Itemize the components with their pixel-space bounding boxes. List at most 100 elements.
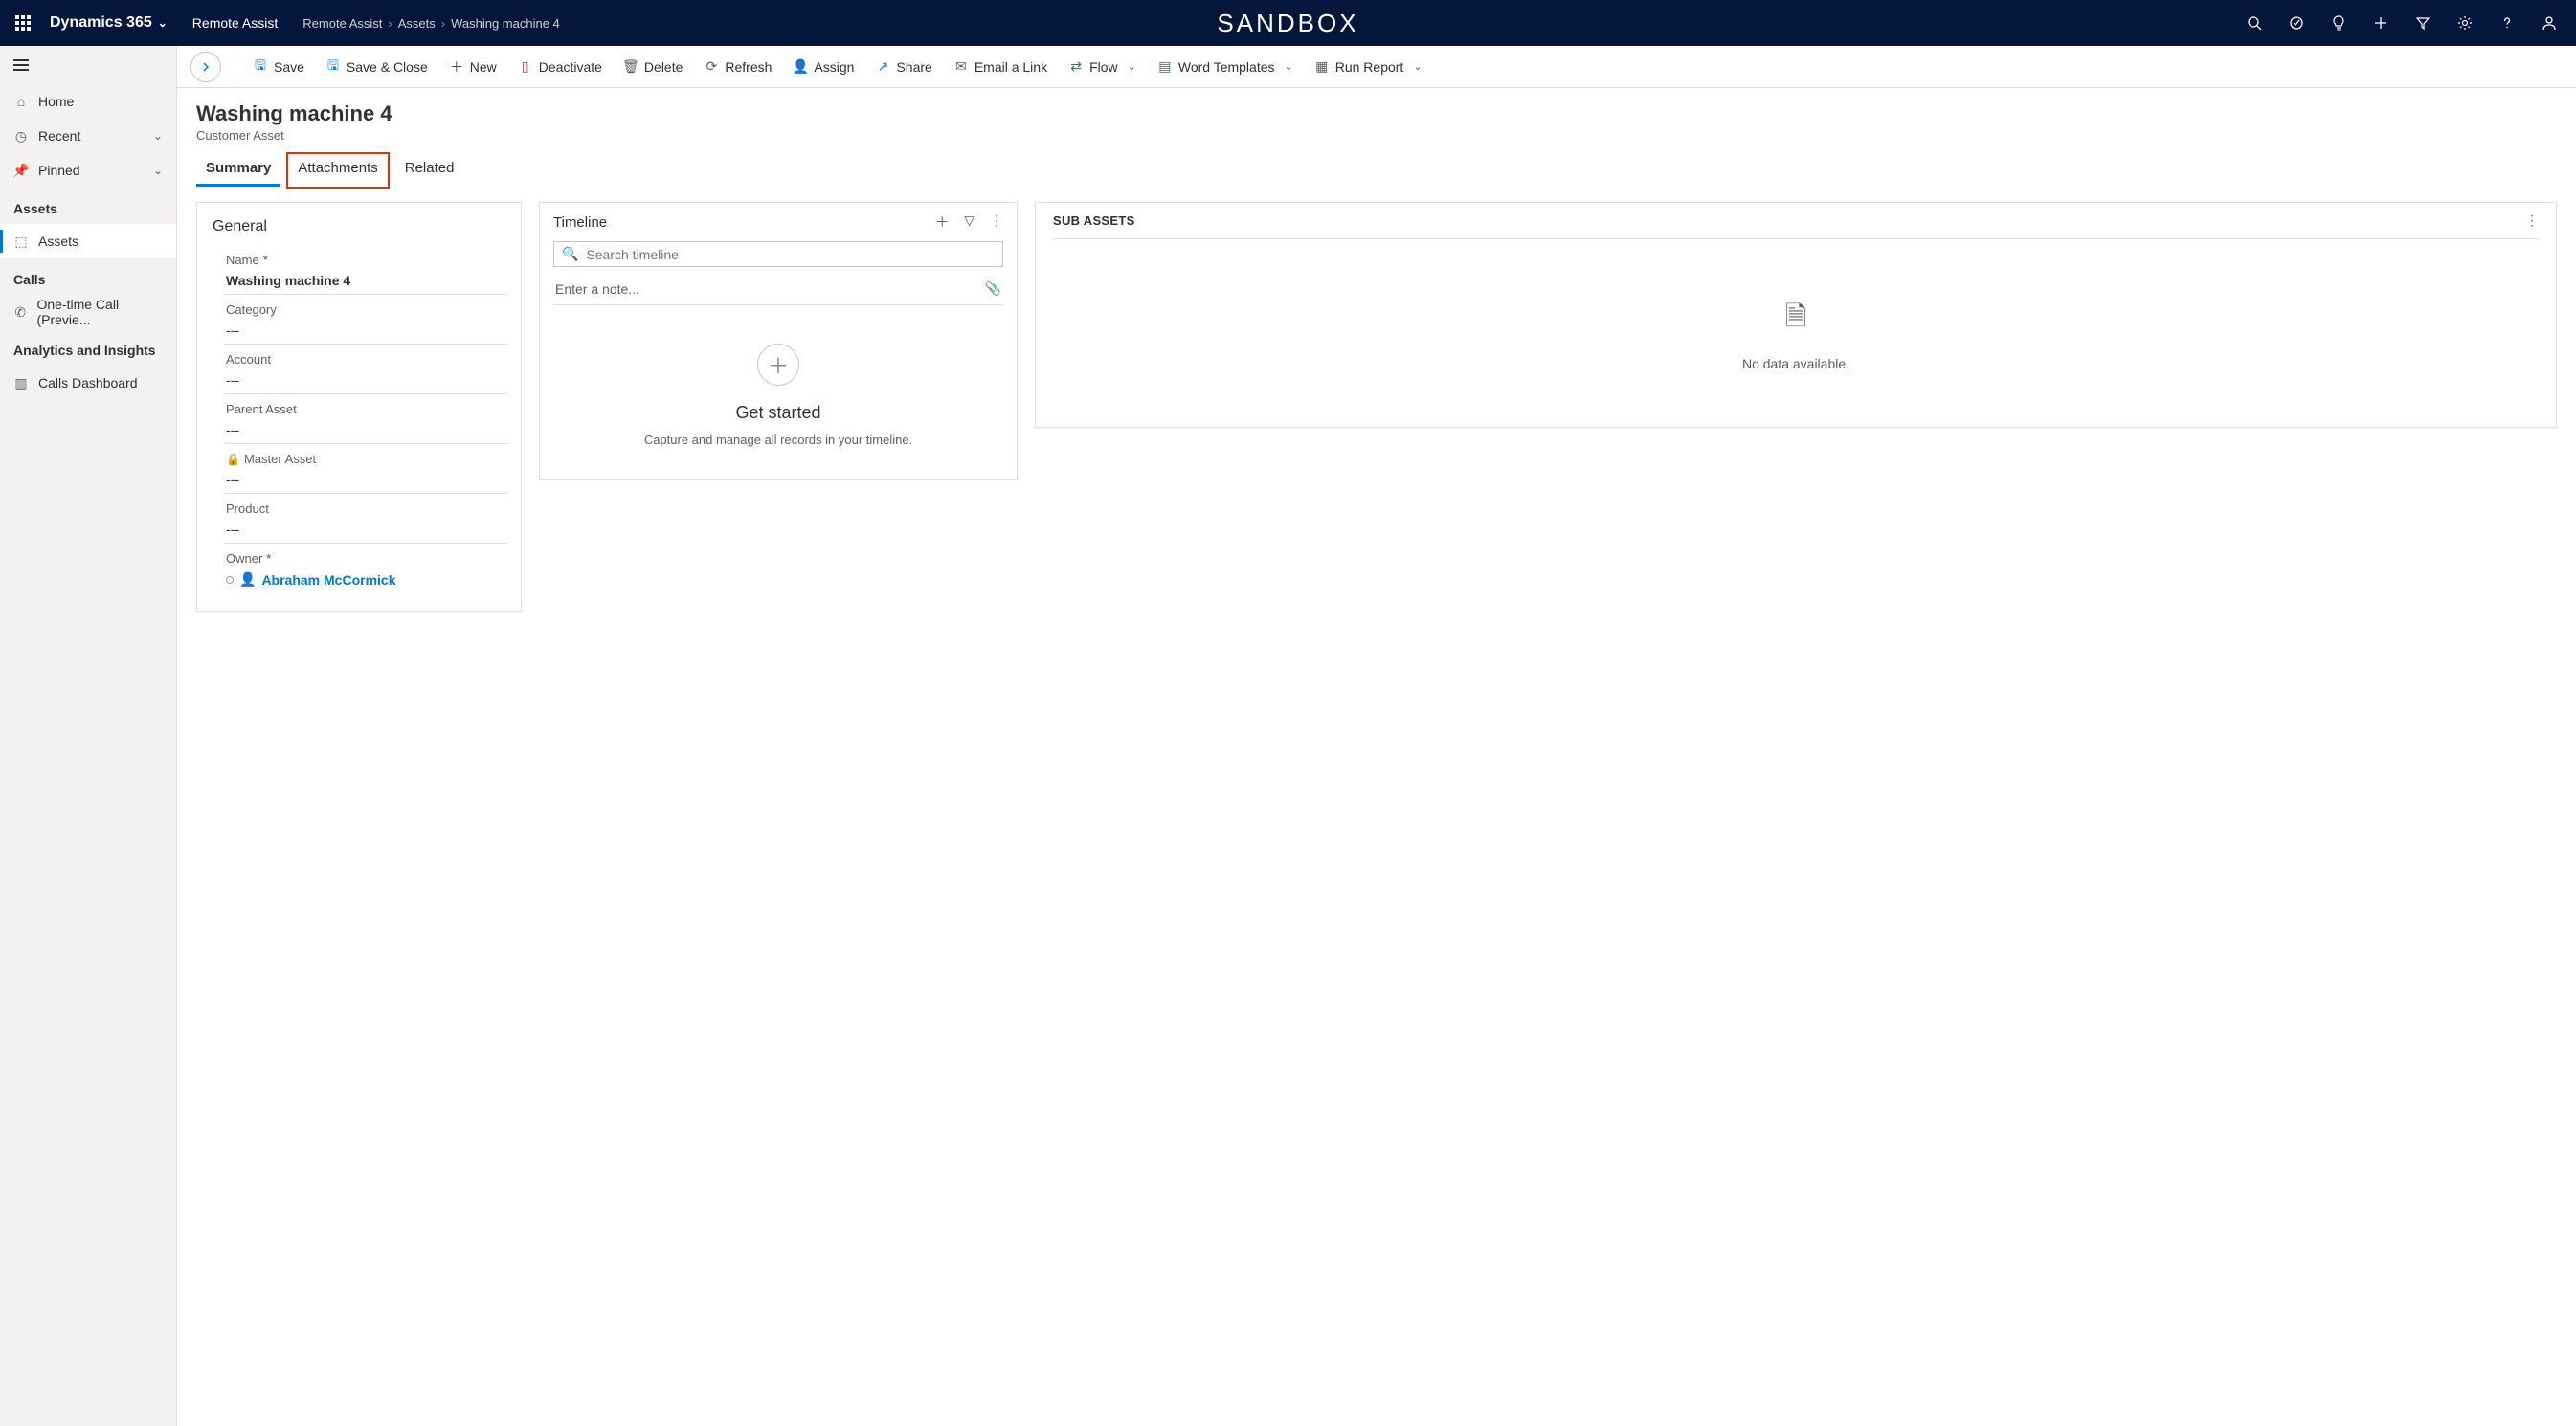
chevron-down-icon: ⌄ [1413,60,1422,73]
chevron-down-icon: ⌄ [158,16,168,30]
sidebar-item-pinned[interactable]: 📌 Pinned ⌄ [0,153,176,188]
save-button[interactable]: 🖫 Save [243,50,314,84]
trash-icon: 🗑 [623,58,638,75]
more-icon[interactable]: ⋮ [2525,212,2539,229]
sidebar-group-analytics: Analytics and Insights [0,329,176,366]
tab-summary[interactable]: Summary [196,154,280,187]
field-value: --- [226,323,505,338]
sidebar-item-onetime-call[interactable]: ✆ One-time Call (Previe... [0,295,176,329]
cmd-label: Assign [814,59,854,75]
cmd-label: New [470,59,497,75]
back-button[interactable] [190,52,221,82]
sub-assets-card: SUB ASSETS ⋮ 🗎 No data available. [1035,202,2557,428]
brand-dropdown[interactable]: Dynamics 365 ⌄ [50,14,168,32]
field-parent-asset[interactable]: Parent Asset --- [224,394,507,444]
phone-icon: ✆ [13,304,27,321]
account-icon[interactable] [2530,0,2568,46]
filter-icon[interactable] [2404,0,2442,46]
cube-icon: ⬚ [13,234,29,250]
breadcrumb: Remote Assist › Assets › Washing machine… [302,16,559,31]
sidebar-toggle[interactable] [0,46,176,84]
word-templates-button[interactable]: ▤ Word Templates ⌄ [1148,50,1303,84]
settings-icon[interactable] [2446,0,2484,46]
sidebar-label: Home [38,94,74,109]
timeline-search-input[interactable] [586,247,995,262]
add-icon[interactable] [2362,0,2400,46]
refresh-button[interactable]: ⟳ Refresh [694,50,781,84]
tab-related[interactable]: Related [395,154,464,187]
timeline-empty-state: ＋ Get started Capture and manage all rec… [553,305,1003,466]
breadcrumb-2[interactable]: Washing machine 4 [451,16,560,31]
document-icon: 🗎 [1063,297,2529,343]
flow-icon: ⇄ [1068,58,1084,75]
timeline-note-input[interactable]: Enter a note... 📎 [553,273,1003,305]
sidebar-label: Pinned [38,163,80,178]
search-icon: 🔍 [562,246,578,262]
app-name[interactable]: Remote Assist [192,15,278,31]
cmd-label: Deactivate [539,59,602,75]
more-icon[interactable]: ⋮ [990,212,1003,232]
filter-icon[interactable]: ▽ [964,212,974,232]
email-link-button[interactable]: ✉ Email a Link [944,50,1057,84]
add-circle-icon[interactable]: ＋ [757,344,799,386]
cmd-label: Refresh [725,59,772,75]
save-close-button[interactable]: 🖫 Save & Close [316,50,437,84]
tab-label: Summary [206,160,271,176]
note-placeholder: Enter a note... [555,281,639,297]
sidebar-item-home[interactable]: ⌂ Home [0,84,176,119]
flow-button[interactable]: ⇄ Flow ⌄ [1059,50,1146,84]
breadcrumb-0[interactable]: Remote Assist [302,16,382,31]
pin-icon: 📌 [13,163,29,179]
sub-assets-empty: 🗎 No data available. [1053,239,2539,410]
cmd-label: Save [274,59,304,75]
app-launcher-icon[interactable] [8,8,38,38]
email-icon: ✉ [953,58,969,75]
timeline-actions: ＋ ▽ ⋮ [935,212,1003,232]
topbar: Dynamics 365 ⌄ Remote Assist Remote Assi… [0,0,2576,46]
field-account[interactable]: Account --- [224,345,507,394]
run-report-button[interactable]: ▦ Run Report ⌄ [1305,50,1432,84]
sidebar-item-recent[interactable]: ◷ Recent ⌄ [0,119,176,153]
cmd-label: Word Templates [1178,59,1275,75]
help-icon[interactable] [2488,0,2526,46]
lock-icon: 🔒 [226,453,240,466]
field-label: Account [226,352,505,367]
timeline-search[interactable]: 🔍 [553,241,1003,267]
task-icon[interactable] [2277,0,2316,46]
person-icon: 👤 [239,571,256,588]
chevron-down-icon: ⌄ [1128,60,1136,73]
tab-attachments[interactable]: Attachments [288,154,387,187]
owner-link[interactable]: Abraham McCormick [261,572,395,588]
topbar-right [2235,0,2568,46]
chevron-down-icon: ⌄ [1285,60,1293,73]
assign-button[interactable]: 👤 Assign [783,50,863,84]
timeline-card: Timeline ＋ ▽ ⋮ 🔍 Enter a note... 📎 [539,202,1018,480]
deactivate-button[interactable]: ▯ Deactivate [508,50,612,84]
sidebar-label: One-time Call (Previe... [36,297,163,327]
field-owner[interactable]: Owner* 👤 Abraham McCormick [224,544,507,593]
deactivate-icon: ▯ [518,58,533,75]
breadcrumb-1[interactable]: Assets [398,16,436,31]
chevron-down-icon: ⌄ [153,164,163,177]
share-button[interactable]: ↗ Share [865,50,941,84]
field-value: --- [226,522,505,537]
attach-icon[interactable]: 📎 [985,280,1001,297]
field-product[interactable]: Product --- [224,494,507,544]
sidebar-item-calls-dashboard[interactable]: ▥ Calls Dashboard [0,366,176,400]
field-label: Product [226,501,505,516]
report-icon: ▦ [1314,58,1330,75]
field-name[interactable]: Name* Washing machine 4 [224,245,507,295]
field-category[interactable]: Category --- [224,295,507,345]
home-icon: ⌂ [13,94,29,109]
delete-button[interactable]: 🗑 Delete [614,50,692,84]
brand-label: Dynamics 365 [50,14,152,32]
cmd-label: Email a Link [974,59,1047,75]
sandbox-label: SANDBOX [1217,9,1358,38]
add-icon[interactable]: ＋ [935,212,949,232]
lightbulb-icon[interactable] [2319,0,2358,46]
sidebar-item-assets[interactable]: ⬚ Assets [0,224,176,258]
cmd-label: Run Report [1335,59,1404,75]
new-button[interactable]: ＋ New [439,50,506,84]
sidebar-group-assets: Assets [0,188,176,224]
search-icon[interactable] [2235,0,2274,46]
